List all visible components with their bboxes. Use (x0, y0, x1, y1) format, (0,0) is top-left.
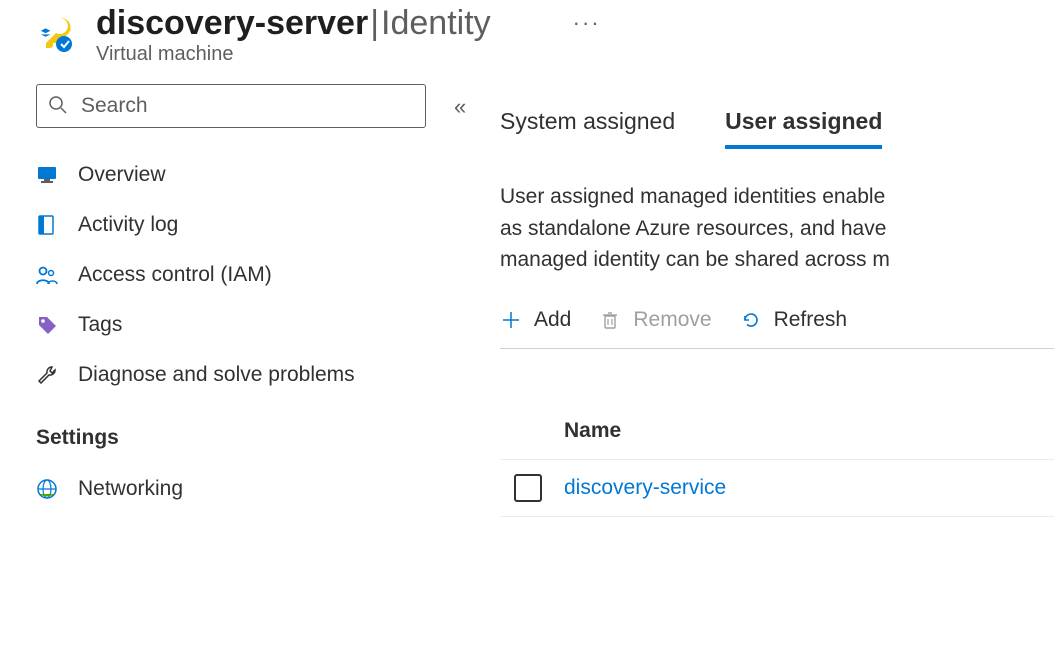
sidebar-item-label: Networking (78, 477, 183, 501)
plus-icon (500, 309, 522, 331)
refresh-icon (740, 309, 762, 331)
table-header: Name (500, 419, 1054, 459)
row-checkbox[interactable] (514, 474, 542, 502)
sidebar-item-label: Diagnose and solve problems (78, 363, 355, 387)
globe-icon (36, 478, 58, 500)
page-title: discovery-server | Identity ··· (96, 4, 601, 43)
add-label: Add (534, 308, 571, 332)
more-icon[interactable]: ··· (573, 10, 601, 36)
collapse-sidebar-icon[interactable]: « (454, 94, 466, 120)
trash-icon (599, 309, 621, 331)
tag-icon (36, 314, 58, 336)
sidebar-item-overview[interactable]: Overview (36, 150, 430, 200)
resource-name: discovery-server (96, 4, 368, 43)
page-header: discovery-server | Identity ··· Virtual … (0, 0, 1054, 84)
sidebar-item-access-control[interactable]: Access control (IAM) (36, 250, 430, 300)
tab-system-assigned[interactable]: System assigned (500, 108, 675, 149)
main-content: System assigned User assigned User assig… (430, 84, 1054, 662)
tab-user-assigned[interactable]: User assigned (725, 108, 882, 149)
sidebar-item-label: Overview (78, 163, 166, 187)
sidebar-item-tags[interactable]: Tags (36, 300, 430, 350)
sidebar-item-diagnose[interactable]: Diagnose and solve problems (36, 350, 430, 400)
add-button[interactable]: Add (500, 308, 571, 332)
column-name: Name (564, 419, 621, 443)
identity-link[interactable]: discovery-service (564, 476, 726, 500)
sidebar-item-networking[interactable]: Networking (36, 464, 430, 514)
key-icon (36, 12, 78, 59)
sidebar: « Overview Activ (0, 84, 430, 662)
table-row[interactable]: discovery-service (500, 459, 1054, 517)
search-input[interactable] (36, 84, 426, 128)
title-separator: | (370, 4, 379, 43)
identities-table: Name discovery-service (500, 419, 1054, 517)
sidebar-item-label: Tags (78, 313, 122, 337)
people-icon (36, 264, 58, 286)
sidebar-item-label: Activity log (78, 213, 178, 237)
sidebar-item-activity-log[interactable]: Activity log (36, 200, 430, 250)
toolbar: Add Remove (500, 308, 1054, 349)
refresh-button[interactable]: Refresh (740, 308, 848, 332)
tabs: System assigned User assigned (500, 108, 1054, 149)
tab-description: User assigned managed identities enable … (500, 181, 1054, 276)
sidebar-section-settings: Settings (36, 426, 430, 450)
sidebar-item-label: Access control (IAM) (78, 263, 272, 287)
monitor-icon (36, 164, 58, 186)
search-icon (48, 95, 68, 120)
log-icon (36, 214, 58, 236)
refresh-label: Refresh (774, 308, 848, 332)
resource-subtitle: Virtual machine (96, 43, 601, 66)
remove-label: Remove (633, 308, 711, 332)
wrench-icon (36, 364, 58, 386)
remove-button[interactable]: Remove (599, 308, 711, 332)
page-name: Identity (381, 4, 491, 43)
